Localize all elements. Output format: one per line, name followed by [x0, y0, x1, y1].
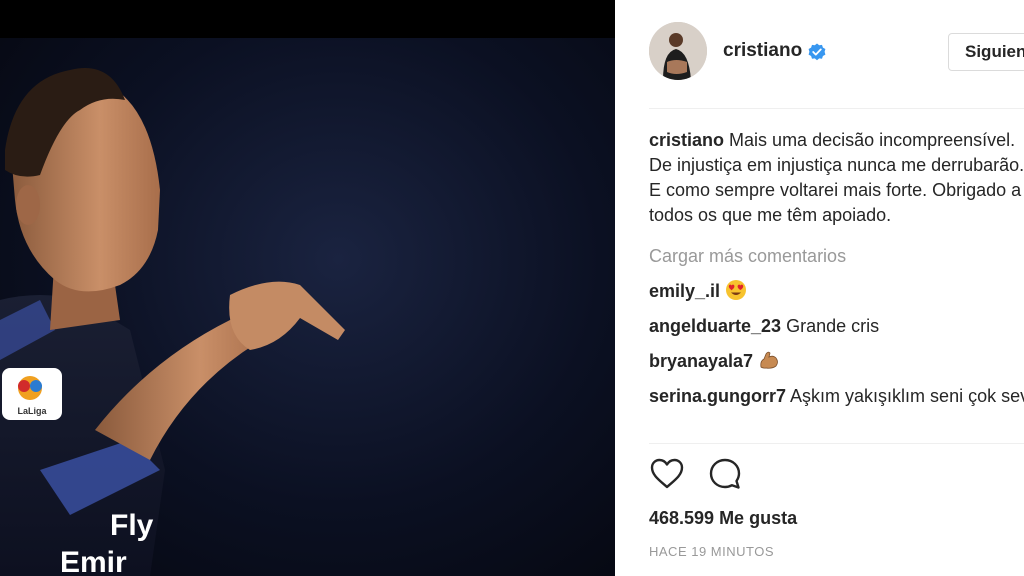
- post-header: cristiano Siguiendo: [615, 0, 1024, 108]
- comment-item: angelduarte_23 Grande cris: [649, 314, 1024, 338]
- badge-text: LaLiga: [17, 406, 47, 416]
- post-side-panel: cristiano Siguiendo cristiano Mais uma d…: [615, 0, 1024, 576]
- following-button[interactable]: Siguiendo: [948, 33, 1024, 71]
- caption-username[interactable]: cristiano: [649, 130, 724, 150]
- post-timestamp: HACE 19 MINUTOS: [649, 544, 775, 559]
- laliga-badge: LaLiga: [2, 368, 62, 420]
- likes-count[interactable]: 468.599 Me gusta: [649, 508, 797, 529]
- flexed-biceps-emoji-icon: [760, 351, 778, 369]
- post-photo: LaLiga Fly Emir: [0, 0, 615, 576]
- post-caption: cristiano Mais uma decisão incompreensív…: [649, 128, 1024, 228]
- comment-text: Grande cris: [786, 316, 880, 336]
- comment-item: emily_.il: [649, 279, 1024, 303]
- heart-eyes-emoji-icon: [726, 280, 747, 300]
- header-divider: [649, 108, 1024, 109]
- comment-username[interactable]: emily_.il: [649, 281, 720, 301]
- shirt-text-emirates: Emir: [60, 546, 127, 576]
- comment-item: serina.gungorr7 Aşkım yakışıklım seni ço…: [649, 384, 1024, 408]
- verified-badge-icon: [808, 43, 826, 61]
- heart-icon[interactable]: [649, 456, 685, 492]
- comment-username[interactable]: serina.gungorr7: [649, 386, 786, 406]
- load-more-comments-link[interactable]: Cargar más comentarios: [649, 244, 1024, 268]
- avatar-image: [649, 22, 707, 80]
- shirt-text-fly: Fly: [110, 509, 154, 542]
- comment-username[interactable]: angelduarte_23: [649, 316, 781, 336]
- player-illustration: LaLiga Fly Emir: [0, 68, 345, 576]
- avatar[interactable]: [649, 22, 707, 80]
- comments-section: cristiano Mais uma decisão incompreensív…: [649, 128, 1024, 443]
- comment-icon[interactable]: [707, 456, 743, 492]
- author-username[interactable]: cristiano: [723, 40, 802, 62]
- comment-username[interactable]: bryanayala7: [649, 351, 753, 371]
- comment-item: bryanayala7: [649, 349, 1024, 373]
- actions-divider: [649, 443, 1024, 444]
- comment-text: Aşkım yakışıklım seni çok seviyorum rona…: [790, 386, 1024, 406]
